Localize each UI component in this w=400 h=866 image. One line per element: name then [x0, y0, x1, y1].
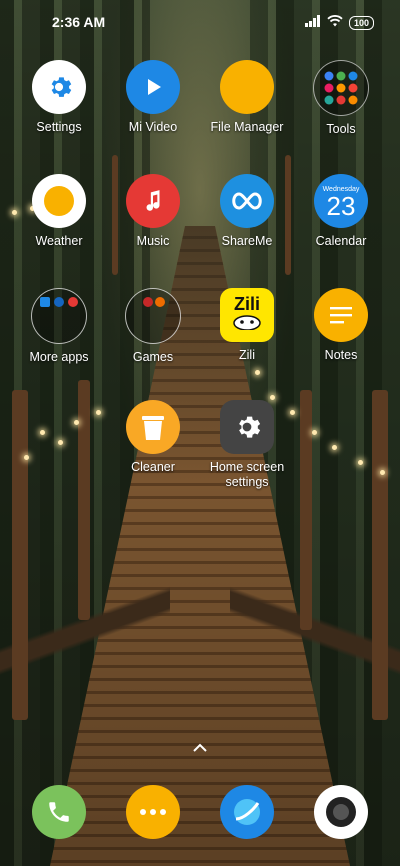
app-home-screen-settings[interactable]: Home screen settings — [200, 400, 294, 490]
app-label: Tools — [326, 122, 356, 136]
folder-games[interactable]: Games — [106, 288, 200, 365]
app-shareme[interactable]: ShareMe — [200, 174, 294, 249]
play-icon — [126, 60, 180, 114]
app-label: Zili — [239, 348, 255, 362]
app-mi-video[interactable]: Mi Video — [106, 60, 200, 135]
wifi-icon — [327, 14, 343, 32]
status-time: 2:36 AM — [52, 14, 106, 30]
dock-messages[interactable] — [106, 785, 200, 839]
folder-tools[interactable]: Tools — [294, 60, 388, 137]
app-label: Music — [136, 234, 170, 248]
notes-icon — [314, 288, 368, 342]
zili-logo-text: Zili — [234, 294, 260, 314]
app-label: More apps — [29, 350, 89, 364]
app-cleaner[interactable]: Cleaner — [106, 400, 200, 475]
app-weather[interactable]: Weather — [12, 174, 106, 249]
app-label: Home screen settings — [209, 460, 285, 489]
infinity-icon — [220, 174, 274, 228]
app-label: ShareMe — [221, 234, 273, 248]
folder-grid-icon — [313, 60, 369, 116]
battery-indicator: 100 — [348, 16, 374, 30]
chevron-up-icon[interactable] — [192, 740, 208, 758]
folder-icon — [220, 60, 274, 114]
zili-logo: Zili — [220, 288, 274, 342]
phone-icon — [32, 785, 86, 839]
app-calendar[interactable]: Wednesday 23 Calendar — [294, 174, 388, 249]
calendar-date: 23 — [326, 190, 356, 221]
chat-dots-icon — [126, 785, 180, 839]
dock-browser[interactable] — [200, 785, 294, 839]
app-label: Settings — [36, 120, 82, 134]
app-label: File Manager — [210, 120, 284, 134]
app-notes[interactable]: Notes — [294, 288, 388, 363]
folder-grid-icon — [31, 288, 87, 344]
sun-icon — [32, 174, 86, 228]
dock-phone[interactable] — [12, 785, 106, 839]
music-note-icon — [126, 174, 180, 228]
gear-icon — [32, 60, 86, 114]
signal-icon — [304, 14, 321, 32]
calendar-icon: Wednesday 23 — [314, 174, 368, 228]
folder-grid-icon — [125, 288, 181, 344]
app-label: Mi Video — [128, 120, 178, 134]
gear-icon — [220, 400, 274, 454]
app-label: Calendar — [315, 234, 367, 248]
app-label: Weather — [35, 234, 83, 248]
dock-camera[interactable] — [294, 785, 388, 839]
app-label: Notes — [324, 348, 358, 362]
app-file-manager[interactable]: File Manager — [200, 60, 294, 135]
app-label: Games — [132, 350, 174, 364]
trash-icon — [126, 400, 180, 454]
browser-icon — [220, 785, 274, 839]
status-bar: 2:36 AM 100 — [0, 0, 400, 44]
app-music[interactable]: Music — [106, 174, 200, 249]
camera-icon — [314, 785, 368, 839]
app-zili[interactable]: Zili Zili — [200, 288, 294, 363]
app-label: Cleaner — [131, 460, 175, 474]
folder-more-apps[interactable]: More apps — [12, 288, 106, 365]
app-settings[interactable]: Settings — [12, 60, 106, 135]
